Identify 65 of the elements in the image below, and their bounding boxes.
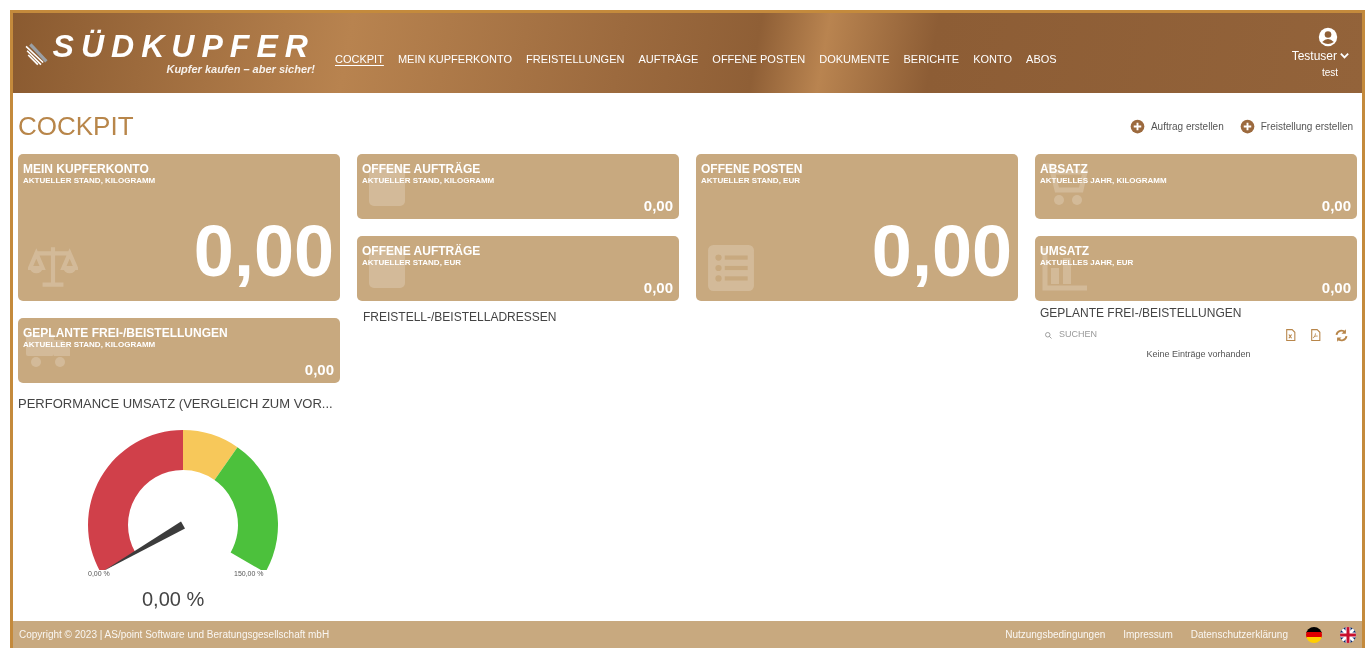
card-subtitle: AKTUELLES JAHR, EUR: [1040, 258, 1135, 268]
create-link[interactable]: Freistellung erstellen: [1239, 119, 1353, 134]
user-subtitle: test: [1321, 65, 1338, 80]
german-flag-icon[interactable]: [1306, 626, 1322, 643]
stat-card[interactable]: OFFENE AUFTRÄGE AKTUELLER STAND, KILOGRAMM 0,00: [357, 154, 679, 219]
nav-link[interactable]: KONTO: [973, 50, 1013, 68]
gauge-title: PERFORMANCE UMSATZ (VERGLEICH ZUM VOR...: [18, 395, 334, 413]
card-value: 0,00: [304, 361, 334, 379]
nav-link[interactable]: COCKPIT: [335, 50, 384, 68]
section-title: FREISTELL-/BEISTELLADRESSEN: [362, 309, 558, 326]
footer-link[interactable]: Impressum: [1123, 627, 1173, 642]
stat-card[interactable]: OFFENE AUFTRÄGE AKTUELLER STAND, EUR 0,00: [357, 236, 679, 301]
user-avatar-icon[interactable]: [1318, 26, 1338, 47]
stat-card[interactable]: GEPLANTE FREI-/BEISTELLUNGEN AKTUELLER STAND, KILOGRAMM 0,00: [18, 318, 340, 383]
stat-card[interactable]: UMSATZ AKTUELLES JAHR, EUR 0,00: [1035, 236, 1357, 301]
logo-slogan: Kupfer kaufen – aber sicher!: [166, 61, 315, 77]
copyright-text: Copyright © 2023 | AS/point Software und Beratungsgesellschaft mbH: [19, 628, 330, 642]
card-title: OFFENE POSTEN: [701, 162, 804, 176]
gauge-value: 0,00 %: [142, 586, 206, 612]
table-title: GEPLANTE FREI-/BEISTELLUNGEN: [1040, 305, 1243, 322]
nav-link[interactable]: MEIN KUPFERKONTO: [397, 50, 512, 68]
card-title: MEIN KUPFERKONTO: [23, 162, 150, 176]
page-title: COCKPIT: [18, 110, 134, 143]
card-value: 0,00: [871, 215, 1012, 287]
uk-flag-icon[interactable]: [1340, 626, 1356, 643]
nav-link[interactable]: DOKUMENTE: [819, 50, 890, 68]
search-field[interactable]: SUCHEN: [1059, 328, 1179, 342]
nav-link[interactable]: ABOS: [1026, 50, 1057, 68]
card-subtitle: AKTUELLER STAND, KILOGRAMM: [23, 176, 157, 186]
card-value: 0,00: [643, 279, 673, 297]
nav-link[interactable]: BERICHTE: [903, 50, 960, 68]
nav-link[interactable]: OFFENE POSTEN: [712, 50, 806, 68]
footer-link[interactable]: Nutzungsbedingungen: [1005, 627, 1106, 642]
stat-card[interactable]: OFFENE POSTEN AKTUELLER STAND, EUR 0,00: [696, 154, 1018, 301]
card-value: 0,00: [643, 197, 673, 215]
excel-file-icon[interactable]: [1284, 328, 1297, 342]
footer-link[interactable]: Datenschutzerklärung: [1190, 627, 1288, 642]
card-title: OFFENE AUFTRÄGE: [362, 162, 482, 176]
card-value: 0,00: [1321, 279, 1351, 297]
pdf-file-icon[interactable]: [1309, 328, 1322, 342]
search-icon: [1044, 330, 1053, 340]
card-title: UMSATZ: [1040, 244, 1091, 258]
list-icon: [706, 243, 756, 293]
card-subtitle: AKTUELLES JAHR, KILOGRAMM: [1040, 176, 1168, 186]
user-menu-button[interactable]: Testuser: [1291, 46, 1350, 65]
card-value: 0,00: [193, 215, 334, 287]
card-title: ABSATZ: [1040, 162, 1089, 176]
nav-link[interactable]: FREISTELLUNGEN: [526, 50, 625, 68]
chevron-down-icon: [1339, 50, 1350, 61]
plus-circle-icon: [1129, 119, 1145, 134]
stat-card[interactable]: MEIN KUPFERKONTO AKTUELLER STAND, KILOGRAMM 0,00: [18, 154, 340, 301]
card-title: OFFENE AUFTRÄGE: [362, 244, 482, 258]
nav-link[interactable]: AUFTRÄGE: [638, 50, 699, 68]
card-value: 0,00: [1321, 197, 1351, 215]
card-subtitle: AKTUELLER STAND, KILOGRAMM: [23, 340, 157, 350]
empty-message: Keine Einträge vorhanden: [1145, 348, 1252, 361]
refresh-icon[interactable]: [1334, 327, 1349, 343]
stat-card[interactable]: ABSATZ AKTUELLES JAHR, KILOGRAMM 0,00: [1035, 154, 1357, 219]
card-subtitle: AKTUELLER STAND, EUR: [362, 258, 462, 268]
card-subtitle: AKTUELLER STAND, KILOGRAMM: [362, 176, 496, 186]
create-link[interactable]: Auftrag erstellen: [1129, 119, 1224, 134]
plus-circle-icon: [1239, 119, 1255, 134]
card-subtitle: AKTUELLER STAND, EUR: [701, 176, 801, 186]
card-title: GEPLANTE FREI-/BEISTELLUNGEN: [23, 326, 229, 340]
logo-title: SÜDKUPFER: [52, 28, 315, 63]
